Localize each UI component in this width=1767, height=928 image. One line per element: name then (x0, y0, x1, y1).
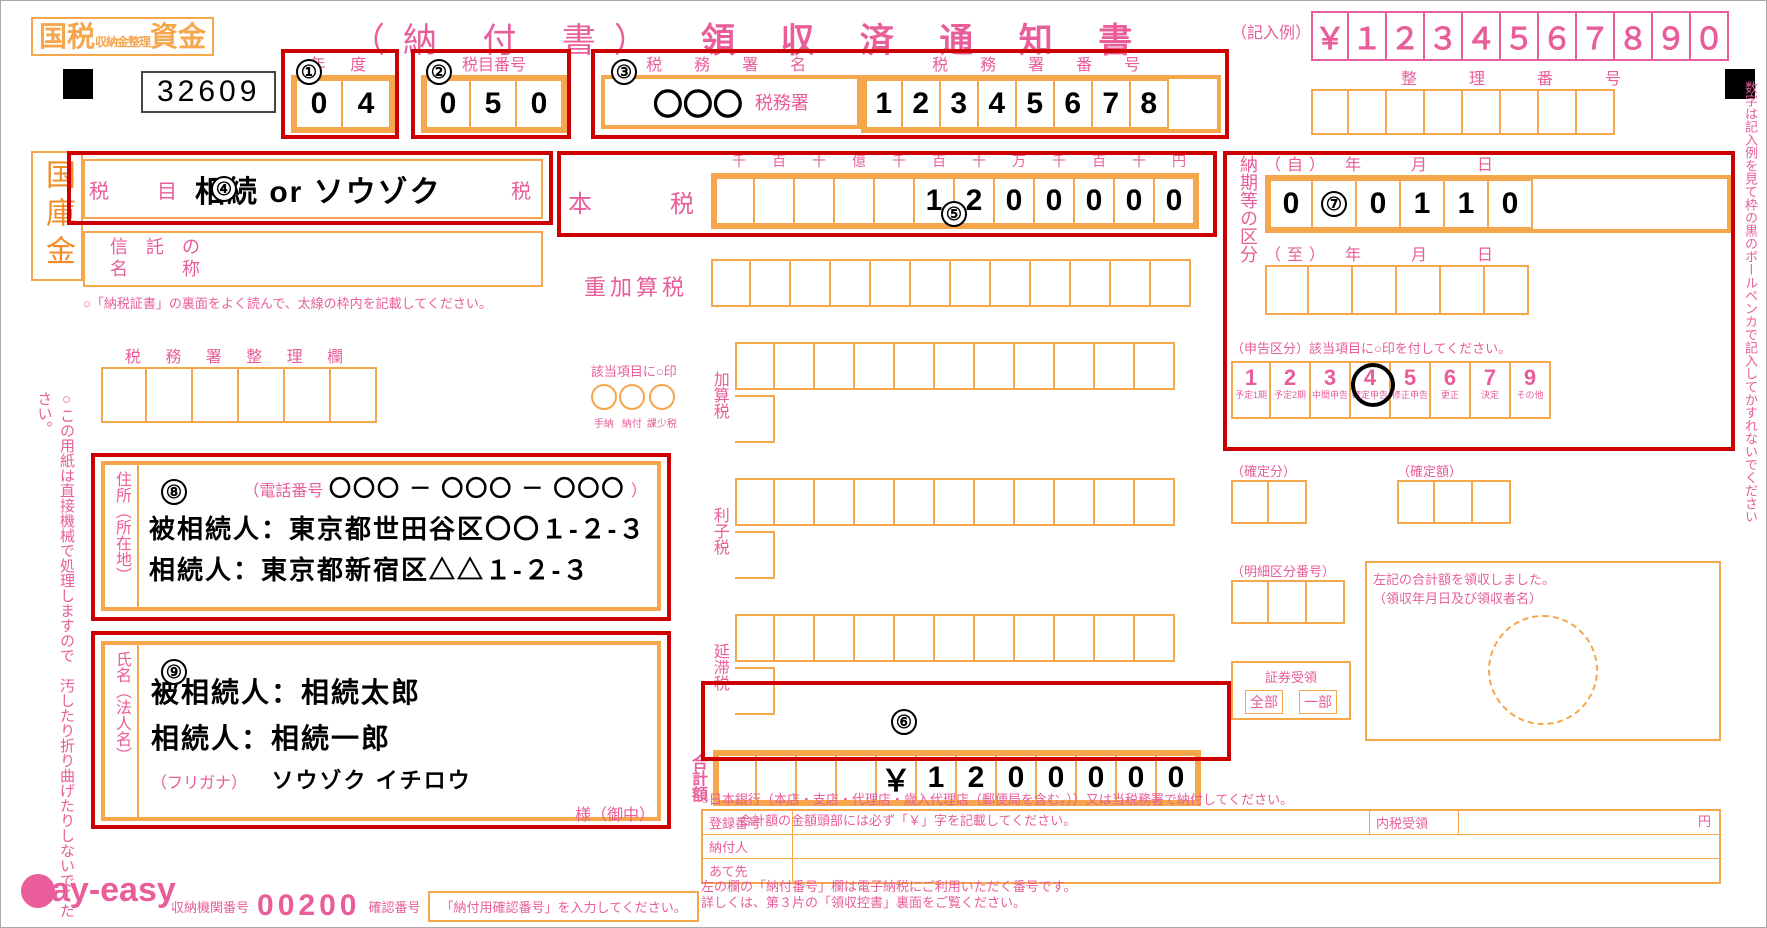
znc-1: 0 (425, 79, 471, 129)
nouki-label: 納期等の区分 (1231, 151, 1265, 320)
juukasan-row (711, 259, 1191, 312)
shinkoku-choices: 1予定1期 2予定2期 3中間申告 4確定申告 5修正申告 6更正 7決定 9そ… (1231, 361, 1731, 419)
kokuzei-small: 収納金整理 (95, 35, 150, 49)
circ-7: ⑦ (1321, 191, 1347, 217)
shuno-label: 収納機関番号 (171, 897, 249, 916)
rishizei-row (735, 478, 1201, 584)
shoken-item-1: 全部 (1245, 690, 1283, 714)
shoken-item-2: 一部 (1299, 690, 1337, 714)
meisai-boxes (1231, 580, 1345, 629)
office-name-suffix: 税務署 (755, 89, 809, 115)
entaizei-row (735, 614, 1201, 720)
meisai-label: （明細区分番号） (1231, 561, 1345, 580)
circ-8: ⑧ (161, 479, 187, 505)
shinkoku-label: （申告区分）該当項目に○印を付してください。 (1231, 338, 1731, 357)
kakunin-label: 確認番号 (368, 897, 420, 916)
kasanzei-label: 加算税 (707, 371, 731, 419)
kokkokin-label: 国庫金 (31, 151, 83, 281)
office-name-box: 〇〇〇 税務署 (601, 75, 861, 129)
money-unit-header: 千百十億千百十万千百十円 (719, 151, 1201, 171)
office-name-label: 税 務 署 名 (601, 51, 859, 75)
seiri-label: 整 理 番 号 (1311, 65, 1729, 89)
kokuzei-text: 国税 (39, 21, 95, 52)
kakutei-right-label: （確定額） (1397, 461, 1511, 480)
kakunin-note: 「納付用確認番号」を入力してください。 (428, 891, 698, 922)
shoken-label: 証券受領 (1237, 667, 1345, 686)
honzei-label: 本 税 (561, 184, 711, 219)
ukeryou-sub: （領収年月日及び領収者名） (1373, 588, 1713, 607)
shintaku-label: 信 託 の 名 称 (85, 237, 225, 280)
seiri-boxes (1311, 89, 1729, 140)
footer-row1-label: 登録番号 (703, 811, 793, 834)
furigana-value: ソウゾク イチロウ (271, 768, 471, 793)
nendo-d1: 0 (295, 79, 343, 129)
name-section-label: 氏名（法人名） (105, 645, 139, 817)
nendo-d2: 4 (343, 79, 391, 129)
office-no-row: 1 2 3 4 5 6 7 8 (861, 75, 1221, 133)
entaizei-label: 延滞税 (707, 643, 731, 691)
kasanzei-row (735, 342, 1201, 448)
black-marker-left (63, 69, 93, 99)
example-value-row: ￥ １ ２ ３ ４ ５ ６ ７ ８ ９ ０ (1311, 11, 1729, 61)
zeimoku-label: 税 目 (85, 175, 195, 204)
payeasy-text: ay-easy (51, 871, 176, 910)
logo-kokuzei: 国税収納金整理資金 (31, 17, 214, 56)
date1-header: （自） 年 月 日 (1265, 151, 1731, 175)
office-no-label: 税 務 署 番 号 (859, 51, 1221, 75)
circ-4: ④ (211, 176, 237, 202)
foot-note: 左の欄の「納付番号」欄は電子納税にご利用いただく番号です。 詳しくは、第３片の「… (701, 879, 1421, 910)
address-section-label: 住所（所在地） (105, 465, 139, 607)
footer-row1-mid: 内税受領 (1369, 811, 1459, 834)
circ-6: ⑥ (891, 709, 917, 735)
tel-label: （電話番号 (243, 483, 323, 500)
serial-number: 32609 (141, 71, 276, 113)
gaitou-label: 該当項目に○印 (561, 361, 707, 380)
note-1: ○「納税証書」の裏面をよく読んで、太線の枠内を記載してください。 (83, 293, 603, 312)
date2-header: （至） 年 月 日 (1265, 241, 1731, 265)
circ-9: ⑨ (161, 659, 187, 685)
circ-2: ② (426, 59, 452, 85)
zeimusho-seiri-boxes (101, 367, 377, 428)
circ-3: ③ (611, 59, 637, 85)
receipt-stamp-circle (1488, 615, 1598, 725)
kokuzei-right: 資金 (150, 21, 206, 52)
bank-note: ○日本銀行（本店・支店・代理店・歳入代理店（郵便局を含む。））又は当税務署で納付… (701, 789, 1701, 808)
furigana-label: （フリガナ） (151, 775, 247, 792)
payeasy-icon (21, 874, 55, 908)
kakutei-left-label: （確定分） (1231, 461, 1307, 480)
ukeryou-label: 左記の合計額を領収しました。 (1373, 569, 1713, 588)
gaitou-circles: 手納 納付 課少税 (561, 384, 707, 430)
juukasan-label: 重加算税 (561, 270, 711, 302)
side-note: ○この用紙は直接機械で処理しますので 汚したり折り曲げたりしないでください。 (29, 391, 77, 927)
shinkoku-choice-selected: 4確定申告 (1351, 361, 1391, 419)
shuno-value: 00200 (257, 889, 360, 923)
circ-1: ① (296, 59, 322, 85)
kakutei-left-boxes (1231, 480, 1307, 529)
footer-row2-label: 納付人 (703, 835, 793, 858)
zeimoku-suffix: 税 (511, 175, 531, 204)
example-label: （記入例） (1231, 19, 1311, 43)
zeimusho-seiri-label: 税 務 署 整 理 欄 (101, 343, 377, 367)
kakutei-right-boxes (1397, 480, 1511, 529)
rishizei-label: 利子税 (707, 507, 731, 555)
office-name-value: 〇〇〇 (653, 80, 743, 124)
date2-row (1265, 265, 1731, 320)
circ-5: ⑤ (941, 201, 967, 227)
znc-3: 0 (517, 79, 563, 129)
footer-row1-end: 円 (1459, 811, 1719, 834)
right-side-note: 数字は記入例を見て枠の黒のボールペンカで記入してかすれないでください (1741, 81, 1761, 841)
znc-2: 5 (471, 79, 517, 129)
